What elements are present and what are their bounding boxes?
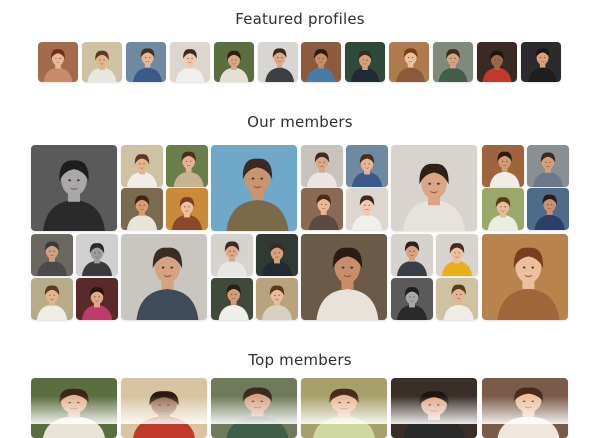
featured-profile-thumbnail[interactable]: [214, 42, 254, 82]
avatar-man-bw-portrait-icon: [391, 278, 433, 320]
avatar-woman-autumn-icon: [389, 42, 429, 82]
avatar-man-blue-icon: [527, 188, 569, 230]
member-photo[interactable]: [31, 234, 73, 276]
member-photo[interactable]: [121, 145, 163, 187]
top-section-title: Top members: [248, 351, 352, 369]
avatar-man-glasses-hat-icon: [31, 234, 73, 276]
top-member-photo[interactable]: [121, 378, 207, 438]
avatar-man-outdoors-icon: [121, 145, 163, 187]
avatar-man-bricks-icon: [301, 42, 341, 82]
member-photo[interactable]: [211, 145, 297, 231]
avatar-woman-glasses-icon: [346, 145, 388, 187]
member-photo[interactable]: [166, 145, 208, 187]
member-photo[interactable]: [436, 234, 478, 276]
top-member-photo[interactable]: [31, 378, 117, 438]
avatar-man-bw-closeup-icon: [76, 234, 118, 276]
top-member-photo[interactable]: [482, 378, 568, 438]
avatar-man-studio-icon: [301, 145, 343, 187]
member-photo[interactable]: [391, 145, 477, 231]
member-photo[interactable]: [391, 278, 433, 320]
avatar-man-studio-icon: [258, 42, 298, 82]
featured-profile-thumbnail[interactable]: [433, 42, 473, 82]
avatar-woman-garden-icon: [482, 188, 524, 230]
member-photo[interactable]: [121, 234, 207, 320]
avatar-man-campus-icon: [527, 145, 569, 187]
members-section-title: Our members: [247, 113, 353, 131]
avatar-woman-forest-icon: [166, 145, 208, 187]
avatar-woman-forest-icon: [214, 42, 254, 82]
member-photo[interactable]: [346, 145, 388, 187]
avatar-man-bricks-icon: [482, 145, 524, 187]
avatar-woman-garden-2-icon: [256, 278, 298, 320]
member-photo[interactable]: [211, 278, 253, 320]
avatar-man-glasses-icon: [211, 234, 253, 276]
featured-profile-thumbnail[interactable]: [38, 42, 78, 82]
avatar-woman-light-icon: [346, 188, 388, 230]
top-member-photo[interactable]: [301, 378, 387, 438]
avatar-woman-glasses-icon: [126, 42, 166, 82]
member-photo[interactable]: [76, 234, 118, 276]
avatar-woman-autumn-2-icon: [482, 234, 568, 320]
avatar-man-white-shirt-icon: [211, 278, 253, 320]
avatar-man-sunglasses-icon: [345, 42, 385, 82]
member-photo[interactable]: [527, 145, 569, 187]
member-photo[interactable]: [76, 278, 118, 320]
member-photo[interactable]: [482, 145, 524, 187]
avatar-woman-smiling-2-icon: [482, 378, 568, 438]
avatar-woman-smiling-icon: [301, 188, 343, 230]
avatar-man-park-icon: [301, 234, 387, 320]
member-photo[interactable]: [166, 188, 208, 230]
member-photo[interactable]: [31, 278, 73, 320]
avatar-man-beard-icon: [121, 234, 207, 320]
avatar-woman-red-scarf-icon: [121, 378, 207, 438]
member-photo[interactable]: [31, 145, 117, 231]
member-photo[interactable]: [256, 278, 298, 320]
featured-profile-thumbnail[interactable]: [477, 42, 517, 82]
member-photo[interactable]: [301, 145, 343, 187]
member-photo[interactable]: [391, 234, 433, 276]
featured-profile-thumbnail[interactable]: [301, 42, 341, 82]
avatar-woman-redhead-icon: [38, 42, 78, 82]
avatar-man-outdoors-icon: [82, 42, 122, 82]
avatar-man-beach-icon: [211, 145, 297, 231]
avatar-man-bw-portrait-icon: [31, 145, 117, 231]
avatar-woman-light-icon: [170, 42, 210, 82]
top-member-photo[interactable]: [391, 378, 477, 438]
featured-profile-thumbnail[interactable]: [126, 42, 166, 82]
avatar-woman-sunglasses-icon: [121, 188, 163, 230]
avatar-woman-night-icon: [477, 42, 517, 82]
avatar-man-outdoors-2-icon: [31, 278, 73, 320]
featured-profile-thumbnail[interactable]: [389, 42, 429, 82]
member-photo[interactable]: [121, 188, 163, 230]
avatar-woman-dark-icon: [521, 42, 561, 82]
featured-section-title: Featured profiles: [235, 10, 365, 28]
member-photo[interactable]: [301, 234, 387, 320]
avatar-woman-meadow-icon: [301, 378, 387, 438]
member-photo[interactable]: [256, 234, 298, 276]
top-member-photo[interactable]: [211, 378, 297, 438]
featured-profile-thumbnail[interactable]: [82, 42, 122, 82]
member-photo[interactable]: [301, 188, 343, 230]
avatar-man-outdoors-icon: [436, 278, 478, 320]
featured-profile-thumbnail[interactable]: [258, 42, 298, 82]
avatar-man-studio-3-icon: [391, 234, 433, 276]
avatar-woman-pink-icon: [76, 278, 118, 320]
featured-profile-thumbnail[interactable]: [345, 42, 385, 82]
avatar-woman-autumn-icon: [166, 188, 208, 230]
avatar-man-sunglasses-car-icon: [256, 234, 298, 276]
member-photo[interactable]: [482, 188, 524, 230]
member-photo[interactable]: [527, 188, 569, 230]
member-photo[interactable]: [346, 188, 388, 230]
avatar-man-forest-icon: [211, 378, 297, 438]
avatar-woman-park-icon: [31, 378, 117, 438]
member-photo[interactable]: [436, 278, 478, 320]
avatar-man-beard-icon: [433, 42, 473, 82]
featured-profile-thumbnail[interactable]: [521, 42, 561, 82]
member-photo[interactable]: [211, 234, 253, 276]
featured-profile-thumbnail[interactable]: [170, 42, 210, 82]
avatar-man-studio-2-icon: [391, 145, 477, 231]
member-photo[interactable]: [482, 234, 568, 320]
avatar-woman-dark-room-icon: [391, 378, 477, 438]
avatar-woman-yellow-icon: [436, 234, 478, 276]
